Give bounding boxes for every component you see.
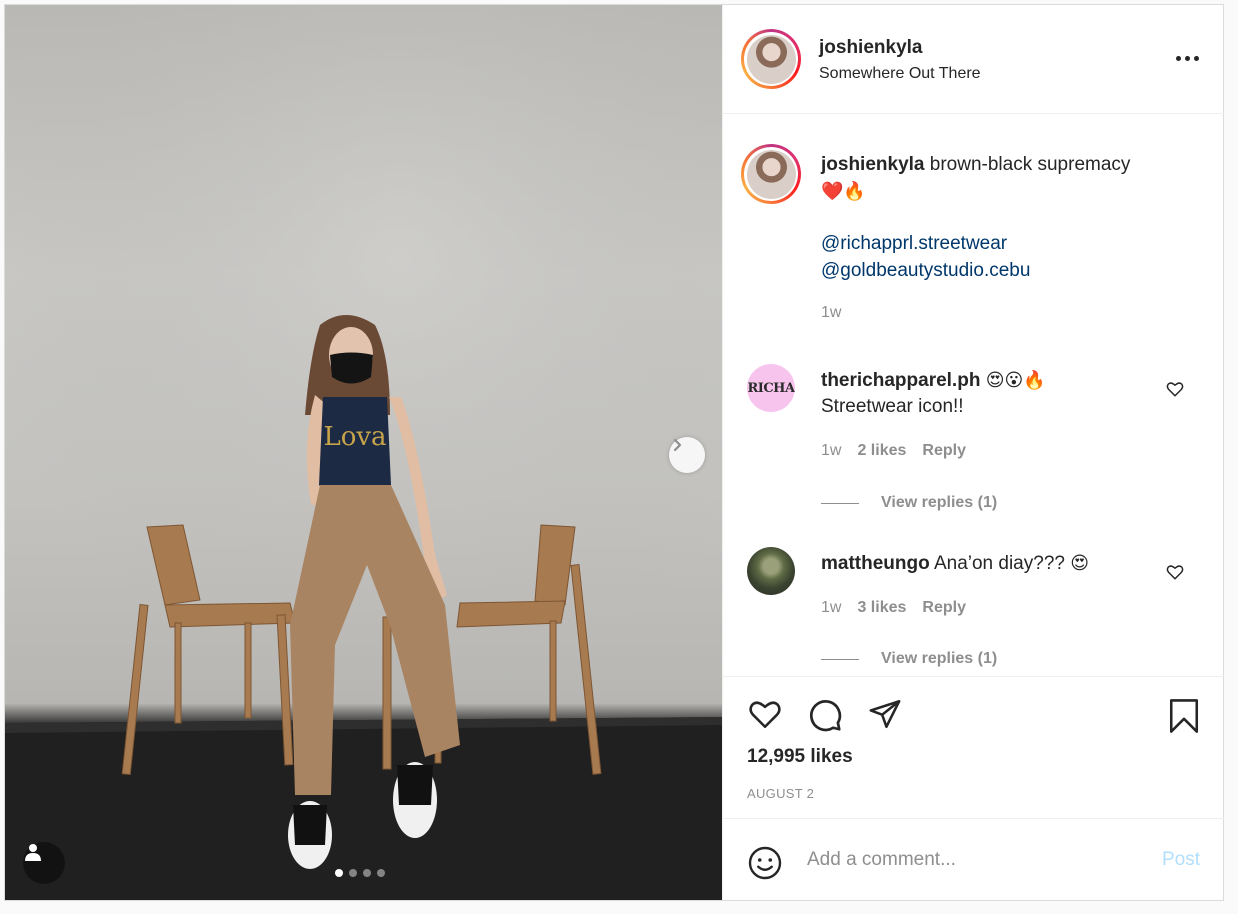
caption: joshienkyla brown-black supremacy ❤️🔥 @r… [821,152,1201,326]
comment-meta: 1w 3 likes Reply [821,595,1151,621]
commenter-avatar[interactable] [747,547,795,595]
comment-item: therichapparel.ph 😍😮🔥 Streetwear icon!! … [821,367,1151,464]
post-photo[interactable]: Lova [5,5,722,900]
comment-icon[interactable] [807,697,843,733]
paper-plane-icon[interactable] [867,697,903,731]
comment-like-icon[interactable] [1166,563,1184,581]
comment-input[interactable] [807,847,1127,873]
more-options-icon [1176,55,1181,61]
caption-avatar[interactable] [741,144,801,204]
commenter-avatar[interactable]: RICHA [747,364,795,412]
post-comment-button[interactable]: Post [1162,849,1200,871]
comment-reply-button[interactable]: Reply [922,438,966,464]
comment-item: mattheungo Ana’on diay??? 😍 1w 3 likes R… [821,550,1151,621]
heart-icon[interactable] [747,697,783,731]
comment-meta: 1w 2 likes Reply [821,438,1151,464]
comment-text: Ana’on diay??? [933,553,1065,574]
view-replies-label[interactable]: View replies (1) [881,494,997,512]
avatar [746,149,796,199]
caption-emojis: ❤️🔥 [821,181,866,201]
slide-indicator [335,869,385,877]
view-replies-line [821,502,859,504]
comment-like-icon[interactable] [1166,380,1184,398]
likes-count[interactable]: 12,995 likes [747,746,853,768]
post-actions: 12,995 likes AUGUST 2 [723,676,1224,819]
caption-mention[interactable]: @richapprl.streetwear [821,230,1201,257]
comment-text: Streetwear icon!! [821,396,964,417]
next-slide-button[interactable] [669,437,705,473]
author-username[interactable]: joshienkyla [819,37,923,59]
commenter-avatar-logo: RICHA [747,380,795,396]
view-replies-label[interactable]: View replies (1) [881,650,997,668]
svg-text:Lova: Lova [323,422,386,452]
avatar [746,34,796,84]
post-date[interactable]: AUGUST 2 [747,786,814,801]
post-card: Lova joshienkyla Somewhere Out There jos… [4,4,1224,901]
caption-time[interactable]: 1w [821,300,1201,326]
add-comment-bar: Post [723,818,1224,901]
photo-illustration: Lova [5,5,722,900]
comments-section[interactable]: joshienkyla brown-black supremacy ❤️🔥 @r… [723,114,1224,676]
slide-dot [363,869,371,877]
caption-text: brown-black supremacy [929,154,1131,175]
comment-emojis: 😍 [1070,553,1089,573]
more-options-button[interactable] [1176,51,1200,65]
comment-time[interactable]: 1w [821,595,841,621]
view-replies-line [821,658,859,660]
user-tag-icon [25,844,41,861]
slide-dot-active [335,869,343,877]
post-header: joshienkyla Somewhere Out There [723,5,1224,114]
emoji-icon[interactable] [747,845,783,881]
comment-emojis: 😍😮🔥 [985,370,1046,390]
chevron-right-icon [673,438,682,452]
comment-time[interactable]: 1w [821,438,841,464]
comment-likes[interactable]: 2 likes [857,438,906,464]
post-side-panel: joshienkyla Somewhere Out There joshienk… [722,5,1224,900]
author-avatar[interactable] [741,29,801,89]
slide-dot [377,869,385,877]
comment-username[interactable]: mattheungo [821,553,930,574]
bookmark-icon[interactable] [1167,697,1201,735]
view-replies-button[interactable]: View replies (1) [821,650,997,668]
post-location[interactable]: Somewhere Out There [819,65,981,83]
caption-username[interactable]: joshienkyla [821,154,925,175]
slide-dot [349,869,357,877]
view-replies-button[interactable]: View replies (1) [821,494,997,512]
comment-reply-button[interactable]: Reply [922,595,966,621]
tagged-users-button[interactable] [23,842,65,884]
caption-mention[interactable]: @goldbeautystudio.cebu [821,257,1201,284]
comment-likes[interactable]: 3 likes [857,595,906,621]
comment-username[interactable]: therichapparel.ph [821,370,980,391]
